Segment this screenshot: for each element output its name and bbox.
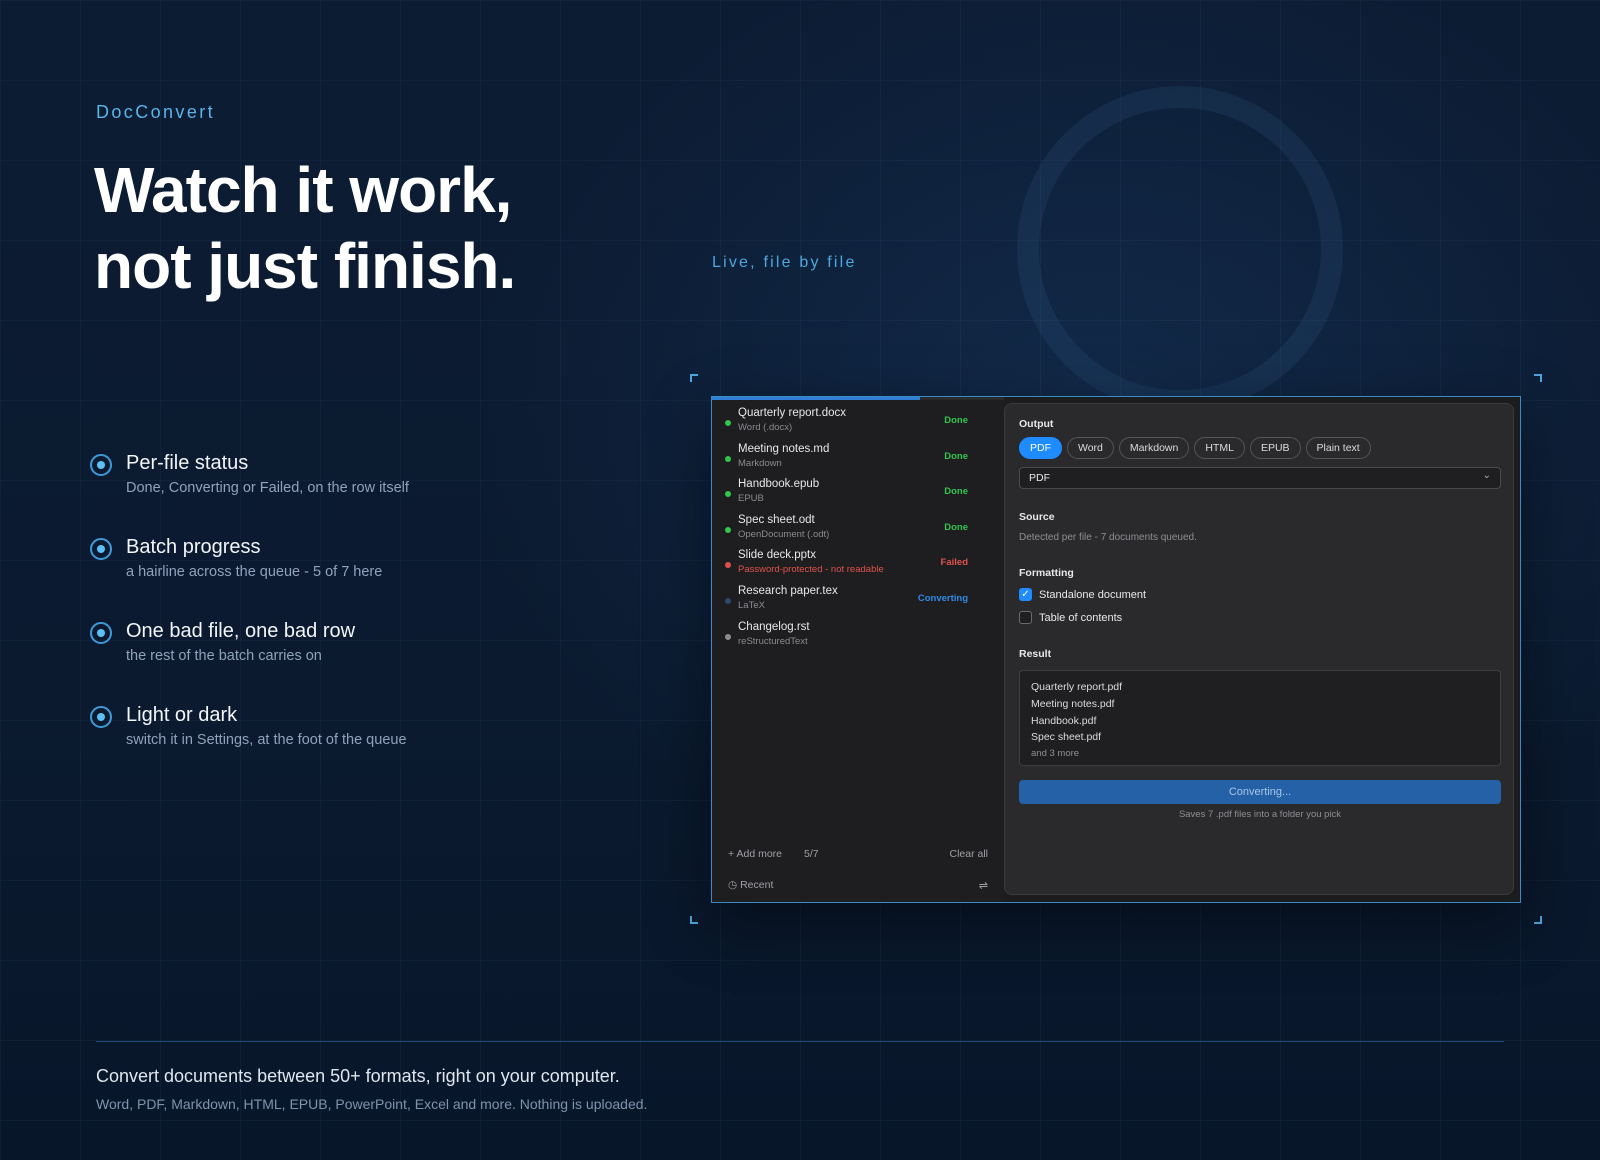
toc-checkbox[interactable]: Table of contents — [1019, 611, 1122, 625]
feature-list: Per-file status Done, Converting or Fail… — [90, 450, 610, 786]
status-label: Done — [944, 486, 968, 498]
clock-icon: ◷ — [728, 879, 741, 891]
queue-row[interactable]: Spec sheet.odt OpenDocument (.odt) Done — [712, 513, 1004, 549]
format-chip-html[interactable]: HTML — [1194, 437, 1245, 459]
options-panel: Output PDF Word Markdown HTML EPUB Plain… — [1004, 403, 1514, 895]
result-file: Quarterly report.pdf — [1031, 681, 1123, 693]
checkbox-box — [1019, 611, 1032, 624]
bullet-icon — [90, 706, 112, 728]
feature-title: Per-file status — [126, 452, 249, 474]
status-label: Done — [944, 415, 968, 426]
feature-title: Light or dark — [126, 704, 238, 726]
frame-corner — [1534, 916, 1542, 924]
status-dot — [725, 562, 731, 569]
headline-line-1: Watch it work, — [94, 154, 512, 226]
status-label: Converting — [917, 592, 968, 604]
output-label: Output — [1019, 418, 1054, 430]
footer-divider — [96, 1041, 1504, 1042]
batch-progress-fill — [712, 397, 921, 400]
frame-corner — [1534, 374, 1542, 382]
headline-line-2: not just finish. — [94, 230, 516, 302]
convert-button[interactable]: Converting... — [1019, 780, 1501, 804]
saves-note: Saves 7 .pdf files into a folder you pic… — [1178, 809, 1342, 820]
app-window: Quarterly report.docx Word (.docx) Done … — [711, 396, 1521, 903]
feature-item: Per-file status Done, Converting or Fail… — [90, 450, 610, 534]
headline: Watch it work, not just finish. — [94, 152, 516, 304]
format-chip-pdf[interactable]: PDF — [1019, 437, 1062, 459]
status-label: Done — [944, 450, 968, 462]
queue-row[interactable]: Meeting notes.md Markdown Done — [712, 442, 1004, 478]
file-name: Changelog.rst — [738, 620, 810, 633]
queue-row[interactable]: Quarterly report.docx Word (.docx) Done — [712, 406, 1004, 442]
queue-row[interactable]: Slide deck.pptx Password-protected - not… — [712, 548, 1004, 584]
result-file: Handbook.pdf — [1031, 714, 1097, 727]
frame-corner — [690, 374, 698, 382]
format-select-value: PDF — [1029, 472, 1050, 484]
recent-button[interactable]: ◷ Recent — [728, 879, 773, 891]
result-label: Result — [1019, 648, 1052, 660]
feature-item: Batch progress a hairline across the que… — [90, 534, 610, 618]
feature-desc: a hairline across the queue - 5 of 7 her… — [126, 564, 383, 580]
queue-count: 5/7 — [804, 848, 819, 860]
brand-name: DocConvert — [96, 102, 216, 122]
feature-title: One bad file, one bad row — [126, 620, 356, 642]
result-list: Quarterly report.pdf Meeting notes.pdf H… — [1019, 670, 1501, 766]
queue-row[interactable]: Handbook.epub EPUB Done — [712, 477, 1004, 513]
bullet-icon — [90, 454, 112, 476]
settings-icon[interactable]: ⇌ — [979, 879, 988, 892]
feature-title: Batch progress — [126, 536, 261, 558]
queue-bottom-bar: ◷ Recent ⇌ — [712, 876, 1004, 896]
source-label: Source — [1019, 511, 1055, 523]
frame-corner — [690, 916, 698, 924]
source-text: Detected per file - 7 documents queued. — [1019, 532, 1197, 543]
result-more: and 3 more — [1031, 748, 1080, 760]
bullet-icon — [90, 622, 112, 644]
chevron-down-icon: ⌄ — [1482, 470, 1491, 481]
kicker-label: Live, file by file — [712, 254, 857, 271]
format-chip-epub[interactable]: EPUB — [1249, 437, 1301, 459]
format-chip-markdown[interactable]: Markdown — [1118, 437, 1190, 459]
queue-row[interactable]: Research paper.tex LaTeX Converting — [712, 584, 1004, 620]
status-dot — [725, 597, 731, 604]
status-label: Done — [944, 521, 968, 533]
format-chips: PDF Word Markdown HTML EPUB Plain text — [1019, 437, 1371, 459]
standalone-checkbox[interactable]: ✓ Standalone document — [1019, 588, 1146, 602]
formatting-label: Formatting — [1019, 567, 1074, 579]
clear-all-button[interactable]: Clear all — [949, 848, 988, 860]
bullet-icon — [90, 538, 112, 560]
status-dot — [725, 420, 731, 426]
footer-tagline: Convert documents between 50+ formats, r… — [96, 1066, 620, 1086]
file-type: reStructuredText — [738, 635, 808, 647]
footer-subtext: Word, PDF, Markdown, HTML, EPUB, PowerPo… — [96, 1096, 648, 1112]
format-select[interactable]: PDF ⌄ — [1019, 467, 1501, 489]
add-more-button[interactable]: + Add more — [728, 848, 782, 860]
batch-progress-bar — [712, 397, 1004, 400]
status-dot — [725, 633, 731, 640]
decorative-ring — [1017, 86, 1343, 412]
format-chip-word[interactable]: Word — [1067, 437, 1114, 459]
standalone-label: Standalone document — [1039, 589, 1147, 601]
queue-row[interactable]: Changelog.rst reStructuredText — [712, 620, 1004, 656]
add-more-label: Add more — [736, 848, 783, 860]
checkbox-box: ✓ — [1019, 588, 1032, 601]
queue-footer: + Add more 5/7 Clear all — [712, 844, 1004, 866]
feature-item: One bad file, one bad row the rest of th… — [90, 618, 610, 702]
format-chip-plain-text[interactable]: Plain text — [1305, 437, 1371, 459]
result-file: Meeting notes.pdf — [1031, 697, 1115, 710]
recent-label: Recent — [740, 879, 774, 891]
feature-desc: Done, Converting or Failed, on the row i… — [126, 480, 409, 496]
status-label: Failed — [940, 557, 968, 569]
file-queue: Quarterly report.docx Word (.docx) Done … — [712, 406, 1004, 655]
feature-desc: the rest of the batch carries on — [126, 648, 322, 664]
toc-label: Table of contents — [1039, 612, 1123, 624]
feature-item: Light or dark switch it in Settings, at … — [90, 702, 610, 786]
feature-desc: switch it in Settings, at the foot of th… — [126, 732, 407, 748]
status-dot — [725, 455, 731, 462]
queue-pane: Quarterly report.docx Word (.docx) Done … — [712, 397, 1004, 902]
status-dot — [725, 491, 731, 498]
result-file: Spec sheet.pdf — [1031, 731, 1102, 744]
status-dot — [725, 526, 731, 533]
